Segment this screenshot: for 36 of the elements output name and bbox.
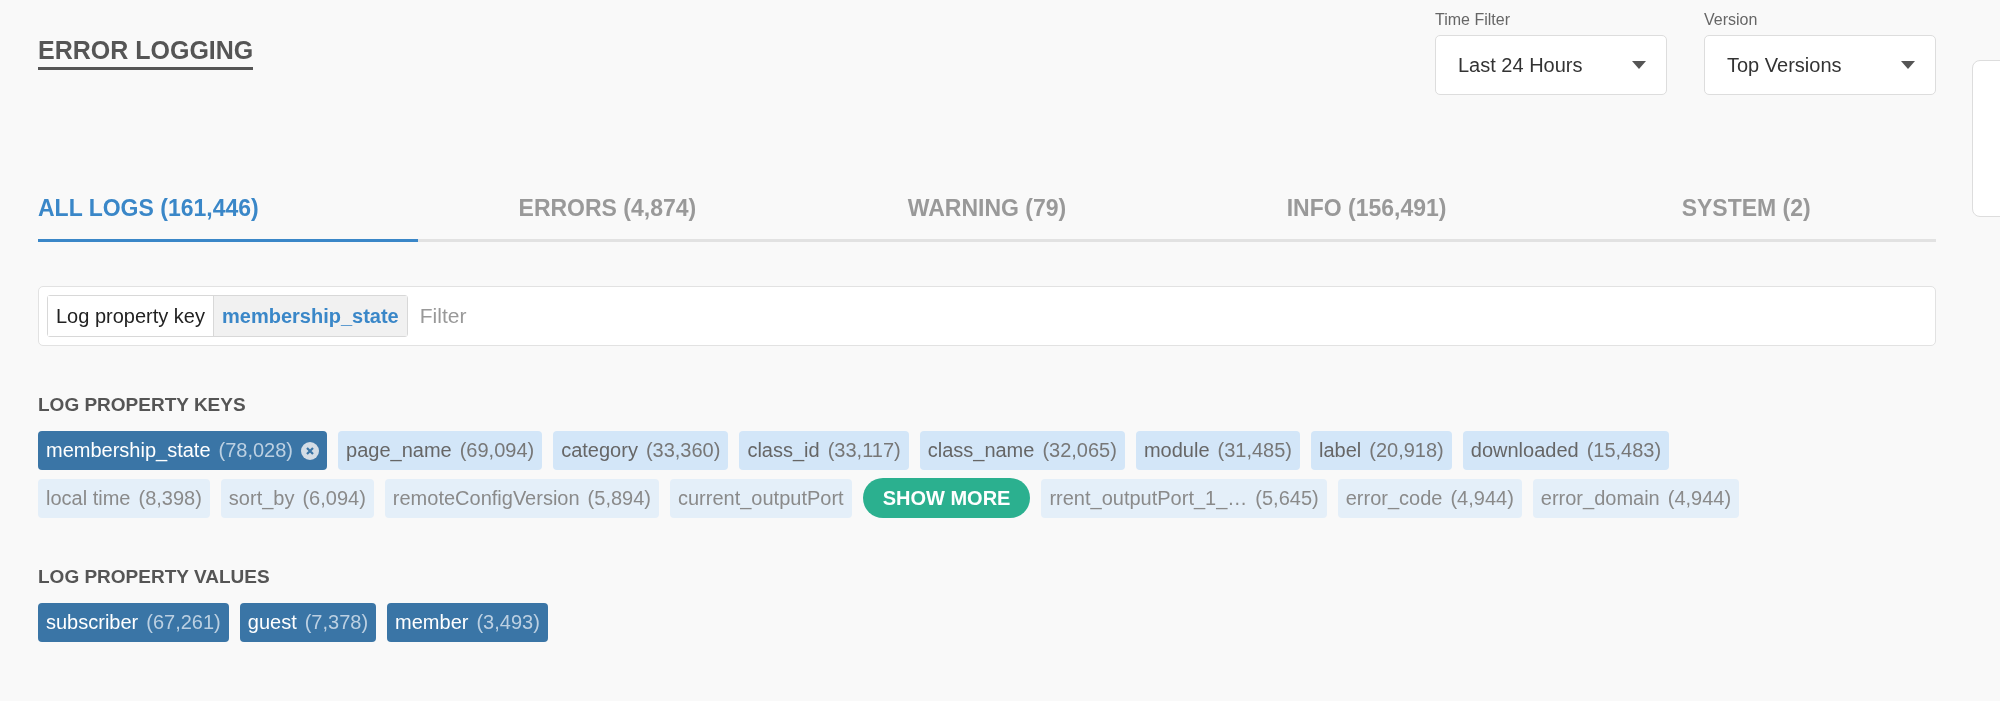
show-more-button[interactable]: SHOW MORE [862,478,1031,518]
tag-chip[interactable]: class_id (33,117) [739,431,909,470]
tag-chip[interactable]: category (33,360) [553,431,729,470]
tag-chip[interactable]: page_name (69,094) [338,431,543,470]
tab[interactable]: INFO (156,491) [1176,183,1557,242]
tag-chip[interactable]: subscriber (67,261) [38,603,229,642]
tag-chip[interactable]: error_code (4,944) [1337,478,1522,518]
tag-chip[interactable]: sort_by (6,094) [220,478,374,518]
remove-icon[interactable] [301,441,320,460]
tag-chip[interactable]: downloaded (15,483) [1462,431,1670,470]
dropdown[interactable]: Top Versions [1704,35,1936,95]
caret-icon [1632,61,1646,69]
tab[interactable]: WARNING (79) [797,183,1177,242]
tab[interactable]: ALL LOGS (161,446) [38,183,418,242]
field-label: Version [1704,11,1758,29]
tag-chip[interactable]: module (31,485) [1135,431,1300,470]
tag-chip[interactable]: current_outputPort [670,478,852,518]
page-title: ERROR LOGGING [38,36,254,70]
tag-chip[interactable]: member (3,493) [387,603,548,642]
section-heading: LOG PROPERTY KEYS [38,394,247,416]
tag-chip[interactable]: label (20,918) [1311,431,1452,470]
tag-chip[interactable]: rrent_outputPort_1_… (5,645) [1041,478,1327,518]
tag-chip[interactable]: error_domain (4,944) [1532,478,1740,518]
tag-chip[interactable]: class_name (32,065) [919,431,1125,470]
caret-icon [1901,61,1915,69]
tab[interactable]: ERRORS (4,874) [417,183,798,242]
tag-chip[interactable]: guest (7,378) [239,603,377,642]
tab[interactable]: SYSTEM (2) [1556,183,1936,242]
section-heading: LOG PROPERTY VALUES [38,566,271,588]
filter-field[interactable]: Log property key membership_state Filter [38,286,1936,346]
dropdown[interactable]: Last 24 Hours [1435,35,1667,95]
filter-token[interactable]: Log property key membership_state [47,295,408,337]
field-label: Time Filter [1435,11,1510,29]
tag-chip[interactable]: local time (8,398) [38,478,210,518]
tag-chip[interactable]: remoteConfigVersion (5,894) [384,478,659,518]
tag-chip[interactable]: membership_state (78,028) [38,431,328,470]
